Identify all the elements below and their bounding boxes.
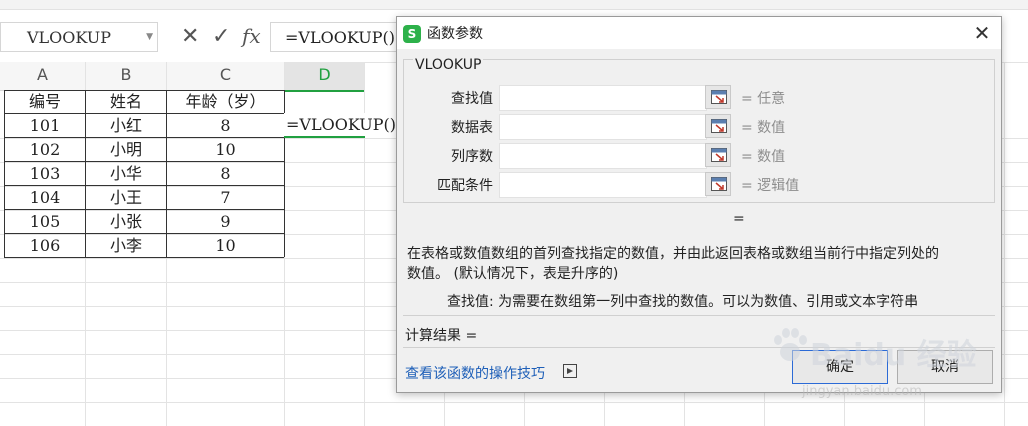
cell-age[interactable]: 7 — [167, 186, 284, 210]
cell-name[interactable]: 小明 — [86, 138, 166, 162]
arg-input[interactable] — [499, 85, 707, 111]
arg-value: = 数值 — [741, 120, 786, 136]
cell-name[interactable]: 小李 — [86, 234, 166, 258]
formula-text: =VLOOKUP() — [285, 28, 395, 47]
arg-row: 数据表 = 数值 — [397, 114, 997, 140]
cell-age[interactable]: 10 — [167, 234, 284, 258]
range-select-icon[interactable] — [705, 114, 731, 138]
arg-input[interactable] — [499, 172, 707, 198]
cell-id[interactable]: 106 — [5, 234, 85, 258]
arg-value: = 数值 — [741, 149, 786, 165]
range-select-icon[interactable] — [705, 172, 731, 196]
baidu-watermark: Baidu 经验 jingyan.baidu.com — [770, 318, 1000, 418]
watermark-text: Baidu 经验 — [810, 338, 977, 373]
header-cell-id[interactable]: 编号 — [5, 90, 85, 114]
top-strip — [0, 0, 1028, 10]
cell-id[interactable]: 105 — [5, 210, 85, 234]
active-cell[interactable]: =VLOOKUP() — [284, 113, 396, 138]
name-box-value: VLOOKUP — [27, 28, 112, 47]
cell-id[interactable]: 104 — [5, 186, 85, 210]
watermark-url: jingyan.baidu.com — [802, 384, 922, 399]
cell-id[interactable]: 101 — [5, 114, 85, 138]
arg-label: 匹配条件 — [437, 178, 493, 194]
arg-label: 数据表 — [451, 120, 493, 136]
divider — [403, 315, 995, 316]
range-select-icon[interactable] — [705, 85, 731, 109]
cell-age[interactable]: 8 — [167, 162, 284, 186]
help-link[interactable]: 查看该函数的操作技巧 — [405, 363, 545, 383]
confirm-icon[interactable]: ✓ — [212, 24, 230, 49]
formula-input[interactable]: =VLOOKUP() — [270, 22, 400, 52]
arg-input[interactable] — [499, 143, 707, 169]
cell-name[interactable]: 小华 — [86, 162, 166, 186]
chevron-down-icon[interactable]: ▼ — [146, 32, 153, 42]
cell-age[interactable]: 8 — [167, 114, 284, 138]
argument-help: 查找值: 为需要在数组第一列中查找的数值。可以为数值、引用或文本字符串 — [447, 294, 919, 310]
column-header-c[interactable]: C — [167, 62, 284, 91]
active-cell-text: =VLOOKUP() — [286, 115, 396, 134]
cell-age[interactable]: 9 — [167, 210, 284, 234]
column-header-d[interactable]: D — [285, 62, 364, 92]
dialog-title: 函数参数 — [427, 26, 483, 42]
cell-name[interactable]: 小红 — [86, 114, 166, 138]
cell-id[interactable]: 102 — [5, 138, 85, 162]
arg-row: 匹配条件 = 逻辑值 — [397, 172, 997, 198]
arg-value: = 逻辑值 — [741, 178, 800, 194]
function-name: VLOOKUP — [413, 57, 484, 73]
cell-id[interactable]: 103 — [5, 162, 85, 186]
range-select-icon[interactable] — [705, 143, 731, 167]
arg-value: = 任意 — [741, 91, 786, 107]
arg-label: 列序数 — [451, 149, 493, 165]
arg-label: 查找值 — [451, 91, 493, 107]
function-description-line2: 数值。 (默认情况下，表是升序的) — [407, 266, 619, 282]
fx-icon[interactable]: fx — [242, 24, 261, 48]
result-equals: = — [733, 211, 745, 227]
arg-row: 查找值 = 任意 — [397, 85, 997, 111]
dialog-title-bar[interactable]: S 函数参数 ✕ — [397, 17, 1001, 49]
calc-result: 计算结果 = — [405, 328, 478, 344]
arg-input[interactable] — [499, 114, 707, 140]
cancel-icon[interactable]: ✕ — [181, 24, 199, 49]
wps-logo-icon: S — [403, 25, 421, 43]
arg-row: 列序数 = 数值 — [397, 143, 997, 169]
column-header-a[interactable]: A — [0, 62, 85, 91]
cell-age[interactable]: 10 — [167, 138, 284, 162]
cell-name[interactable]: 小王 — [86, 186, 166, 210]
video-icon[interactable] — [563, 364, 577, 378]
header-cell-name[interactable]: 姓名 — [86, 90, 166, 114]
close-icon[interactable]: ✕ — [969, 21, 995, 45]
column-header-b[interactable]: B — [86, 62, 166, 91]
function-description-line1: 在表格或数值数组的首列查找指定的数值，并由此返回表格或数组当前行中指定列处的 — [407, 246, 939, 262]
header-cell-age[interactable]: 年龄（岁） — [167, 90, 284, 114]
baidu-paw-icon — [774, 328, 807, 361]
cell-name[interactable]: 小张 — [86, 210, 166, 234]
name-box[interactable]: VLOOKUP ▼ — [0, 22, 158, 52]
